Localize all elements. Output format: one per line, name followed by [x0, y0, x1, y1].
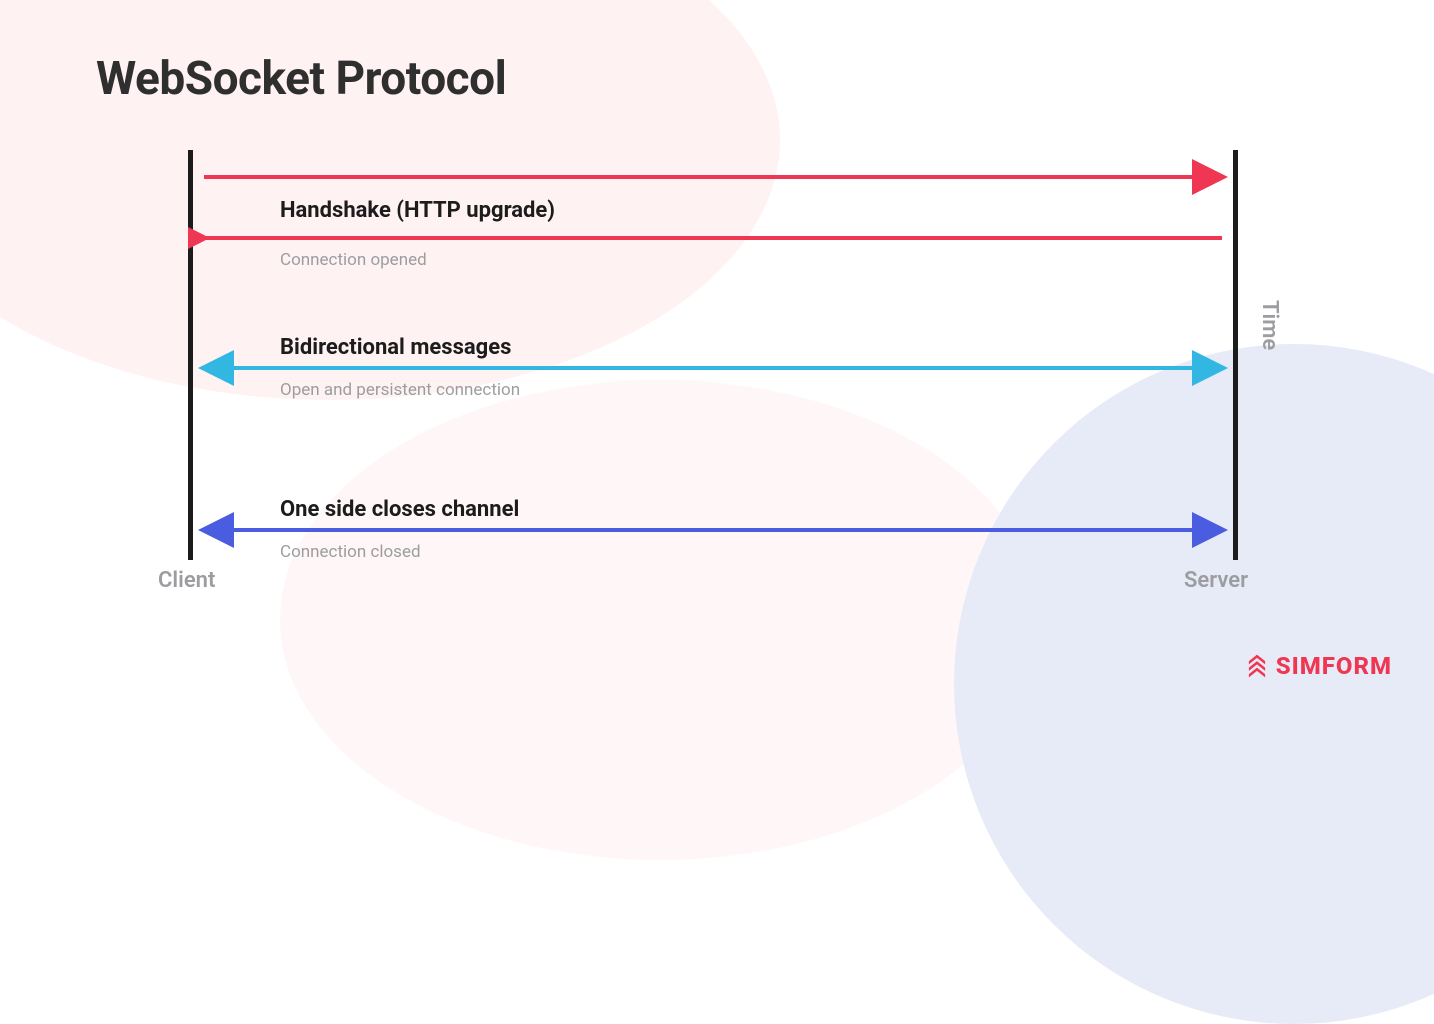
- bidirectional-sub: Open and persistent connection: [280, 380, 520, 400]
- close-label: One side closes channel: [280, 497, 519, 522]
- close-sub: Connection closed: [280, 542, 421, 562]
- simform-icon: [1244, 653, 1270, 679]
- bidirectional-label: Bidirectional messages: [280, 335, 511, 360]
- page-title: WebSocket Protocol: [96, 52, 506, 106]
- handshake-label: Handshake (HTTP upgrade): [280, 198, 555, 223]
- brand-logo: SIMFORM: [1244, 652, 1392, 680]
- brand-name: SIMFORM: [1276, 652, 1392, 680]
- sequence-diagram: Client Server Time: [188, 150, 1238, 580]
- client-label: Client: [158, 568, 215, 593]
- time-axis-label: Time: [1257, 300, 1282, 350]
- server-label: Server: [1184, 568, 1248, 593]
- handshake-sub: Connection opened: [280, 250, 427, 270]
